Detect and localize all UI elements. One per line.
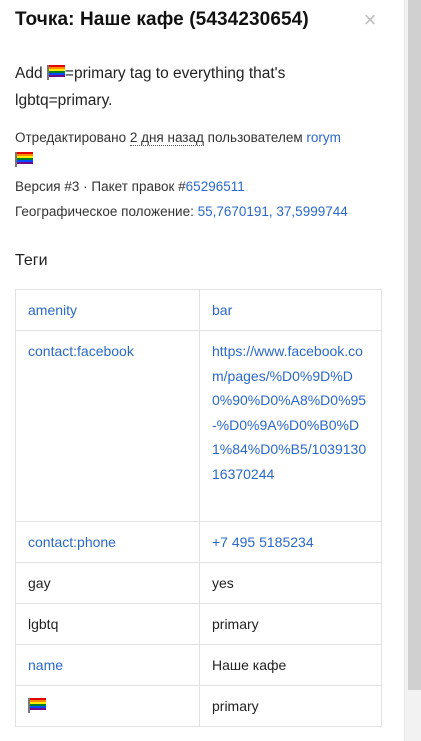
tag-key[interactable]: contact:facebook — [15, 330, 200, 522]
version-text: Версия #3 · Пакет правок # — [15, 179, 186, 194]
sidebar-panel: Точка: Наше кафе (5434230654) × Add =pri… — [0, 0, 404, 741]
changeset-link[interactable]: 65296511 — [186, 179, 245, 194]
tag-value: primary — [199, 603, 382, 645]
user-flag-row — [15, 152, 395, 169]
tag-key: lgbtq — [15, 603, 200, 645]
tags-table: amenity bar contact:facebook https://www… — [15, 289, 382, 727]
rainbow-flag-icon — [46, 65, 65, 80]
changeset-comment: Add =primary tag to everything that's lg… — [15, 60, 385, 114]
tag-key[interactable]: contact:phone — [15, 521, 200, 563]
scrollbar-thumb[interactable] — [408, 0, 421, 690]
user-link[interactable]: rorym — [306, 130, 341, 145]
edited-mid: пользователем — [203, 130, 307, 145]
tag-key[interactable]: amenity — [15, 289, 200, 331]
table-row: contact:facebook https://www.facebook.co… — [15, 330, 382, 522]
tag-key[interactable]: name — [15, 644, 200, 686]
tags-heading: Теги — [15, 252, 48, 269]
tag-value[interactable]: https://www.facebook.com/pages/%D0%9D%D0… — [199, 330, 382, 522]
comment-prefix: Add — [15, 65, 47, 82]
tag-value[interactable]: +7 495 5185234 — [199, 521, 382, 563]
tag-value: yes — [199, 562, 382, 604]
location-info: Географическое положение: 55,7670191, 37… — [15, 203, 395, 220]
table-row: primary — [15, 685, 382, 727]
rainbow-flag-icon — [15, 152, 33, 167]
page-title: Точка: Наше кафе (5434230654) — [15, 9, 309, 30]
tag-value: primary — [199, 685, 382, 727]
table-row: lgbtq primary — [15, 603, 382, 645]
tag-value: Наше кафе — [199, 644, 382, 686]
location-label: Географическое положение: — [15, 204, 198, 219]
tag-value[interactable]: bar — [199, 289, 382, 331]
edited-info: Отредактировано 2 дня назад пользователе… — [15, 129, 395, 146]
location-link[interactable]: 55,7670191, 37,5999744 — [198, 204, 348, 219]
rainbow-flag-icon — [28, 698, 46, 713]
table-row: name Наше кафе — [15, 644, 382, 686]
tag-key: gay — [15, 562, 200, 604]
feature-header: Точка: Наше кафе (5434230654) — [15, 8, 390, 32]
edited-time[interactable]: 2 дня назад — [129, 130, 204, 146]
table-row: contact:phone +7 495 5185234 — [15, 521, 382, 563]
tag-key — [15, 685, 200, 727]
edited-prefix: Отредактировано — [15, 130, 130, 145]
version-info: Версия #3 · Пакет правок #65296511 — [15, 178, 395, 195]
table-row: amenity bar — [15, 289, 382, 331]
table-row: gay yes — [15, 562, 382, 604]
close-icon[interactable]: × — [360, 8, 380, 32]
